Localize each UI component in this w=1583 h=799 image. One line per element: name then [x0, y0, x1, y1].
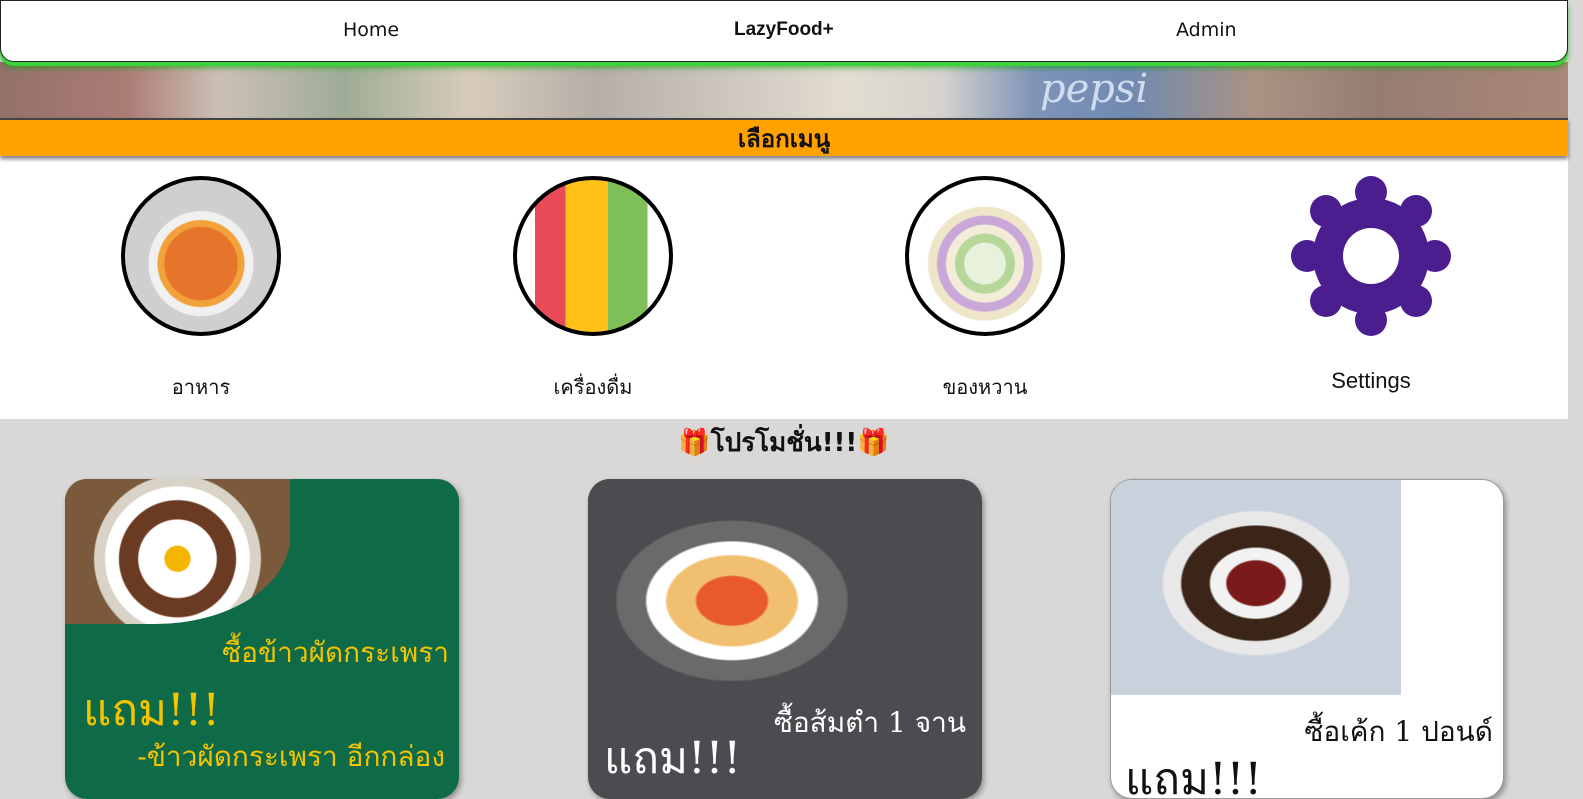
category-dessert-label[interactable]: ของหวาน — [900, 371, 1070, 403]
gift-icon: 🎁 — [857, 428, 890, 458]
cake-photo — [1111, 480, 1401, 695]
promo-title: 🎁โปรโมชั่น!!!🎁 — [0, 422, 1568, 463]
menu-title: เลือกเมนู — [737, 125, 831, 153]
brand-logo-text[interactable]: LazyFood+ — [734, 19, 834, 41]
category-section: อาหาร เครื่องดื่ม ของหวาน Settings — [0, 156, 1568, 419]
category-dessert[interactable]: ของหวาน — [900, 176, 1070, 399]
promo-card-line1: ซื้อข้าวผัดกระเพรา — [222, 636, 449, 669]
gear-icon[interactable] — [1291, 176, 1451, 336]
category-drink[interactable]: เครื่องดื่ม — [508, 176, 678, 399]
promo-card-line2: แถม!!! — [1125, 754, 1263, 799]
promo-card-line2: แถม!!! — [604, 733, 742, 784]
basil-rice-photo — [65, 479, 290, 624]
gift-icon: 🎁 — [678, 428, 711, 458]
papaya-salad-photo — [588, 479, 908, 689]
promo-card-cake[interactable]: ซื้อเค้ก 1 ปอนด์ แถม!!! — [1110, 479, 1504, 799]
menu-header-bar: เลือกเมนู — [0, 118, 1568, 156]
hero-banner-image: pepsi — [0, 62, 1568, 118]
promo-title-text: โปรโมชั่น!!! — [710, 428, 858, 458]
banner-pepsi-text: pepsi — [1040, 66, 1149, 112]
dessert-image[interactable] — [905, 176, 1065, 336]
category-food[interactable]: อาหาร — [116, 176, 286, 399]
promo-card-basil-rice[interactable]: ซื้อข้าวผัดกระเพรา แถม!!! -ข้าวผัดกระเพร… — [65, 479, 459, 799]
nav-admin-link[interactable]: Admin — [1176, 19, 1237, 41]
promo-card-line3: -ข้าวผัดกระเพรา อีกกล่อง — [137, 740, 445, 773]
promo-card-line1: ซื้อส้มตำ 1 จาน — [773, 706, 966, 739]
category-settings[interactable]: Settings — [1286, 176, 1456, 393]
category-drink-label[interactable]: เครื่องดื่ม — [508, 371, 678, 403]
category-settings-label[interactable]: Settings — [1286, 368, 1456, 394]
promo-card-line1: ซื้อเค้ก 1 ปอนด์ — [1304, 715, 1493, 748]
top-navbar: Home LazyFood+ Admin — [0, 0, 1568, 62]
promo-card-papaya-salad[interactable]: ซื้อส้มตำ 1 จาน แถม!!! — [588, 479, 982, 799]
category-food-label[interactable]: อาหาร — [116, 371, 286, 403]
drink-image[interactable] — [513, 176, 673, 336]
food-image[interactable] — [121, 176, 281, 336]
nav-home-link[interactable]: Home — [343, 19, 399, 41]
